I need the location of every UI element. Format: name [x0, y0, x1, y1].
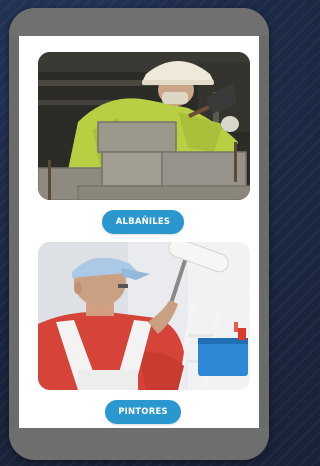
pintores-button[interactable]: PINTORES — [105, 400, 181, 424]
albaniles-photo — [38, 52, 250, 200]
phone-bottom-bezel — [9, 428, 269, 460]
phone-top-bezel — [9, 8, 269, 36]
phone-frame: ALBAÑILES PINTORES — [9, 8, 269, 460]
albaniles-button[interactable]: ALBAÑILES — [102, 210, 184, 234]
painter-image — [38, 242, 250, 390]
phone-screen: ALBAÑILES PINTORES — [19, 36, 259, 436]
mason-image — [38, 52, 250, 200]
pintores-photo — [38, 242, 250, 390]
